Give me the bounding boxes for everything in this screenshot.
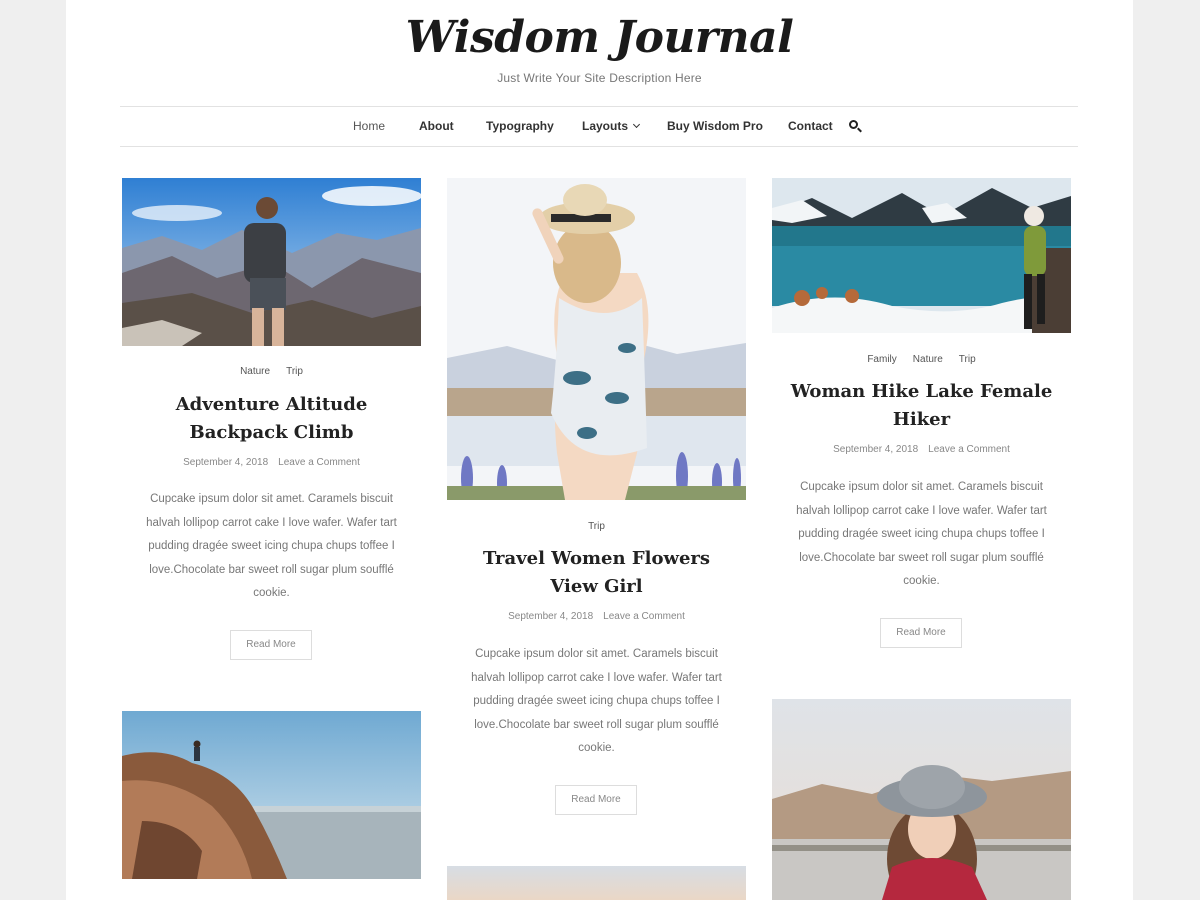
nav-item-layouts[interactable]: Layouts	[582, 107, 641, 146]
category-link[interactable]: Nature	[240, 366, 270, 377]
search-icon[interactable]	[849, 120, 863, 134]
post-title[interactable]: Travel Women Flowers View Girl	[461, 545, 732, 601]
nav-item-home[interactable]: Home	[353, 107, 385, 146]
post-meta: September 4, 2018 Leave a Comment	[447, 611, 746, 622]
category-link[interactable]: Family	[867, 354, 896, 365]
post-title[interactable]: Woman Hike Lake Female Hiker	[786, 378, 1057, 434]
post-thumbnail[interactable]	[772, 699, 1071, 900]
page: Wisdom Journal Just Write Your Site Desc…	[66, 0, 1133, 900]
category-link[interactable]: Trip	[959, 354, 976, 365]
post-thumbnail[interactable]	[122, 178, 421, 346]
nav-item-layouts-label: Layouts	[582, 119, 629, 133]
read-more-button[interactable]: Read More	[230, 630, 312, 660]
comments-link[interactable]: Leave a Comment	[603, 611, 685, 622]
post-categories: Trip	[447, 521, 746, 532]
post-excerpt: Cupcake ipsum dolor sit amet. Caramels b…	[471, 648, 722, 754]
site-title[interactable]: Wisdom Journal	[66, 12, 1133, 63]
post-categories: Family Nature Trip	[772, 354, 1071, 365]
post-title[interactable]: Adventure Altitude Backpack Climb	[136, 391, 407, 447]
nav-item-typography[interactable]: Typography	[486, 107, 554, 146]
chevron-down-icon	[632, 120, 641, 129]
post-date[interactable]: September 4, 2018	[183, 457, 268, 468]
comments-link[interactable]: Leave a Comment	[928, 444, 1010, 455]
post-excerpt: Cupcake ipsum dolor sit amet. Caramels b…	[146, 493, 397, 599]
main-navigation: Home About Typography Layouts Buy Wisdom…	[120, 106, 1078, 147]
category-link[interactable]: Trip	[286, 366, 303, 377]
post-excerpt: Cupcake ipsum dolor sit amet. Caramels b…	[796, 481, 1047, 587]
nav-item-buy-wisdom-pro[interactable]: Buy Wisdom Pro	[667, 107, 763, 146]
category-link[interactable]: Trip	[588, 521, 605, 532]
nav-item-contact[interactable]: Contact	[788, 107, 833, 146]
site-description: Just Write Your Site Description Here	[497, 71, 702, 85]
post-categories: Nature Trip	[122, 366, 421, 377]
category-link[interactable]: Nature	[913, 354, 943, 365]
nav-item-about[interactable]: About	[419, 107, 454, 146]
read-more-button[interactable]: Read More	[880, 618, 962, 648]
post-thumbnail[interactable]	[772, 178, 1071, 333]
post-date[interactable]: September 4, 2018	[833, 444, 918, 455]
post-thumbnail[interactable]	[447, 178, 746, 500]
read-more-button[interactable]: Read More	[555, 785, 637, 815]
post-thumbnail[interactable]	[122, 711, 421, 879]
comments-link[interactable]: Leave a Comment	[278, 457, 360, 468]
post-meta: September 4, 2018 Leave a Comment	[772, 444, 1071, 455]
post-date[interactable]: September 4, 2018	[508, 611, 593, 622]
post-meta: September 4, 2018 Leave a Comment	[122, 457, 421, 468]
post-thumbnail[interactable]	[447, 866, 746, 900]
